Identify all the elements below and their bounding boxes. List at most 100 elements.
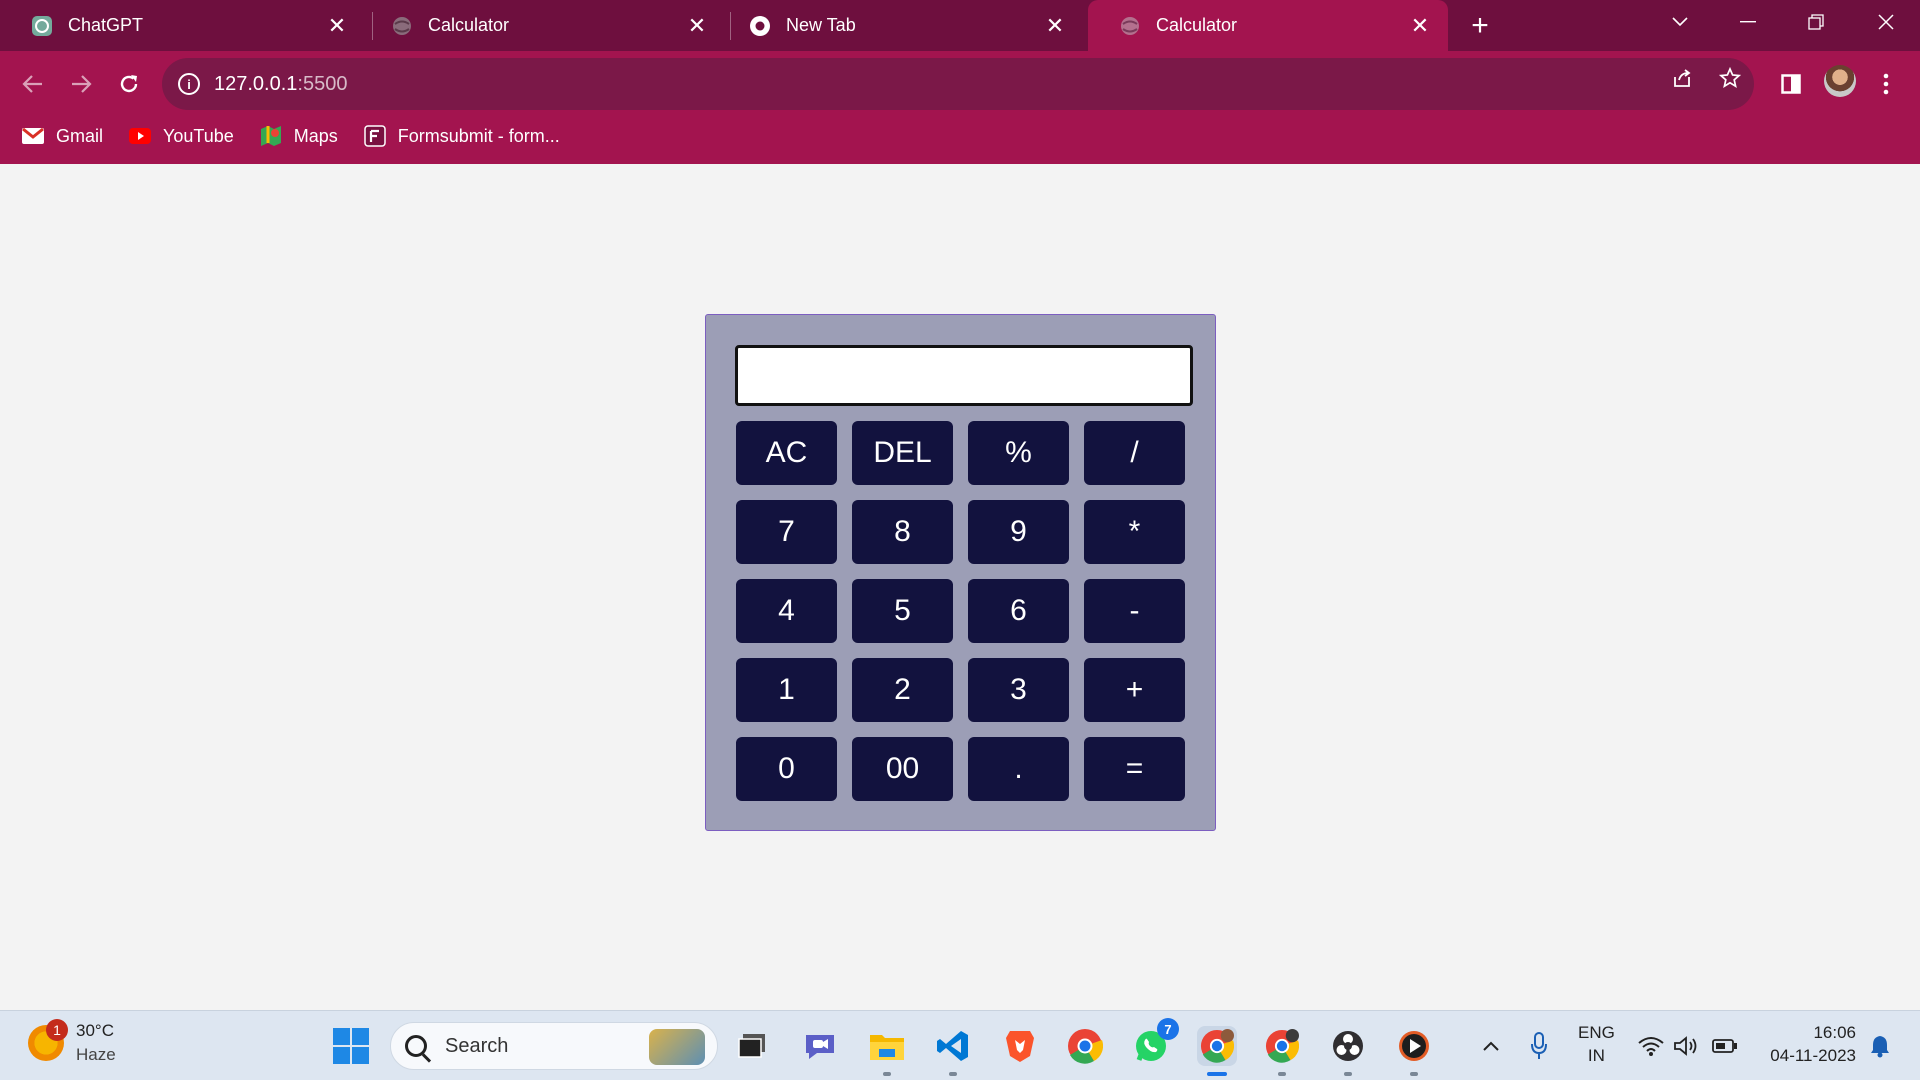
running-indicator: [883, 1072, 891, 1076]
more-menu-icon[interactable]: [1866, 64, 1906, 104]
tab-title: New Tab: [786, 15, 856, 35]
bookmark-gmail[interactable]: Gmail: [22, 125, 103, 147]
window-close-icon[interactable]: [1852, 0, 1920, 44]
tab-title: Calculator: [1156, 15, 1238, 35]
delete-button[interactable]: DEL: [852, 421, 953, 485]
search-placeholder: Search: [445, 1034, 509, 1057]
taskbar-search[interactable]: Search: [390, 1022, 718, 1070]
taskbar: 1 30°C Haze Search 7 ENG IN 16:06 04-11-…: [0, 1010, 1920, 1080]
chrome-icon[interactable]: [1065, 1026, 1105, 1066]
digit-2-button[interactable]: 2: [852, 658, 953, 722]
chrome-profile-1-icon[interactable]: [1197, 1026, 1237, 1076]
digit-4-button[interactable]: 4: [736, 579, 837, 643]
search-icon: [405, 1035, 427, 1057]
weather-condition: Haze: [76, 1045, 116, 1064]
volume-icon[interactable]: [1667, 1026, 1707, 1066]
whatsapp-badge: 7: [1157, 1018, 1179, 1040]
file-explorer-icon[interactable]: [867, 1026, 907, 1076]
bookmark-star-icon[interactable]: [1716, 64, 1744, 92]
obs-icon[interactable]: [1328, 1026, 1368, 1076]
whatsapp-icon[interactable]: 7: [1131, 1018, 1179, 1066]
equals-button[interactable]: =: [1084, 737, 1185, 801]
side-panel-icon[interactable]: [1771, 64, 1811, 104]
weather-text: 30°C Haze: [76, 1019, 116, 1067]
bookmark-label: Formsubmit - form...: [397, 125, 560, 146]
weather-widget[interactable]: 1 30°C Haze: [28, 1019, 116, 1067]
tab-title: ChatGPT: [68, 15, 144, 35]
digit-7-button[interactable]: 7: [736, 500, 837, 564]
close-icon[interactable]: ✕: [683, 12, 711, 40]
divide-button[interactable]: /: [1084, 421, 1185, 485]
new-tab-button[interactable]: +: [1462, 8, 1498, 44]
windows-start-icon[interactable]: [333, 1028, 369, 1064]
teams-chat-icon[interactable]: [800, 1026, 840, 1066]
task-view-icon[interactable]: [732, 1026, 772, 1066]
tab-new-tab[interactable]: New Tab ✕: [718, 0, 1083, 51]
double-zero-button[interactable]: 00: [852, 737, 953, 801]
reload-icon[interactable]: [109, 64, 149, 104]
chatgpt-icon: [30, 14, 54, 38]
decimal-point-button[interactable]: .: [968, 737, 1069, 801]
battery-icon[interactable]: [1705, 1026, 1745, 1066]
digit-8-button[interactable]: 8: [852, 500, 953, 564]
show-hidden-icons-chevron-icon[interactable]: [1471, 1026, 1511, 1066]
multiply-button[interactable]: *: [1084, 500, 1185, 564]
running-indicator: [1410, 1072, 1418, 1076]
forward-arrow-icon[interactable]: [61, 64, 101, 104]
close-icon[interactable]: ✕: [323, 12, 351, 40]
close-icon[interactable]: ✕: [1406, 12, 1434, 40]
system-clock[interactable]: 16:06 04-11-2023: [1760, 1021, 1856, 1067]
media-player-icon[interactable]: [1394, 1026, 1434, 1076]
tab-chatgpt[interactable]: ChatGPT ✕: [0, 0, 365, 51]
digit-3-button[interactable]: 3: [968, 658, 1069, 722]
weather-temp: 30°C: [76, 1021, 114, 1040]
back-arrow-icon[interactable]: [13, 64, 53, 104]
address-bar[interactable]: i 127.0.0.1:5500: [162, 58, 1754, 110]
chrome-icon: [748, 14, 772, 38]
tab-strip: ChatGPT ✕ Calculator ✕ New Tab ✕ Calcula…: [0, 0, 1920, 51]
digit-0-button[interactable]: 0: [736, 737, 837, 801]
calculator-display[interactable]: [735, 345, 1193, 406]
page-content: AC DEL%/ 7 8 9 * 4 5 6- 1 2 3 +0 00. =: [0, 164, 1920, 1010]
subtract-button[interactable]: -: [1084, 579, 1185, 643]
brave-icon[interactable]: [1000, 1026, 1040, 1066]
digit-1-button[interactable]: 1: [736, 658, 837, 722]
url-text: 127.0.0.1:5500: [214, 72, 348, 95]
gmail-icon: [22, 125, 44, 147]
digit-9-button[interactable]: 9: [968, 500, 1069, 564]
tab-search-chevron-icon[interactable]: [1646, 0, 1714, 44]
youtube-icon: [129, 125, 152, 147]
chrome-profile-2-icon[interactable]: [1262, 1026, 1302, 1076]
globe-icon: [1118, 14, 1142, 38]
digit-6-button[interactable]: 6: [968, 579, 1069, 643]
vscode-icon[interactable]: [933, 1026, 973, 1076]
language-code: ENG: [1578, 1023, 1615, 1042]
search-highlight-image: [649, 1029, 705, 1065]
percent-button[interactable]: %: [968, 421, 1069, 485]
bookmark-youtube[interactable]: YouTube: [129, 125, 234, 147]
tab-calculator-1[interactable]: Calculator ✕: [360, 0, 725, 51]
tab-title: Calculator: [428, 15, 510, 35]
all-clear-button[interactable]: AC: [736, 421, 837, 485]
bookmark-label: Maps: [293, 125, 338, 146]
tab-calculator-active[interactable]: Calculator ✕: [1088, 0, 1448, 51]
wifi-icon[interactable]: [1631, 1026, 1671, 1066]
bookmark-formsubmit[interactable]: Formsubmit - form...: [364, 125, 560, 147]
site-info-icon[interactable]: i: [178, 73, 200, 95]
running-indicator: [1344, 1072, 1352, 1076]
digit-5-button[interactable]: 5: [852, 579, 953, 643]
bookmark-label: Gmail: [56, 125, 104, 146]
active-indicator: [1207, 1072, 1227, 1076]
calculator: AC DEL%/ 7 8 9 * 4 5 6- 1 2 3 +0 00. =: [705, 314, 1216, 831]
microphone-icon[interactable]: [1519, 1026, 1559, 1066]
profile-avatar[interactable]: [1824, 65, 1856, 97]
close-icon[interactable]: ✕: [1041, 12, 1069, 40]
minimize-icon[interactable]: [1714, 0, 1782, 44]
restore-icon[interactable]: [1782, 0, 1850, 44]
input-language[interactable]: ENG IN: [1578, 1021, 1615, 1067]
bookmark-maps[interactable]: Maps: [260, 125, 338, 147]
add-button[interactable]: +: [1084, 658, 1185, 722]
notification-bell-icon[interactable]: [1860, 1026, 1900, 1066]
running-indicator: [1278, 1072, 1286, 1076]
share-icon[interactable]: [1669, 64, 1697, 92]
